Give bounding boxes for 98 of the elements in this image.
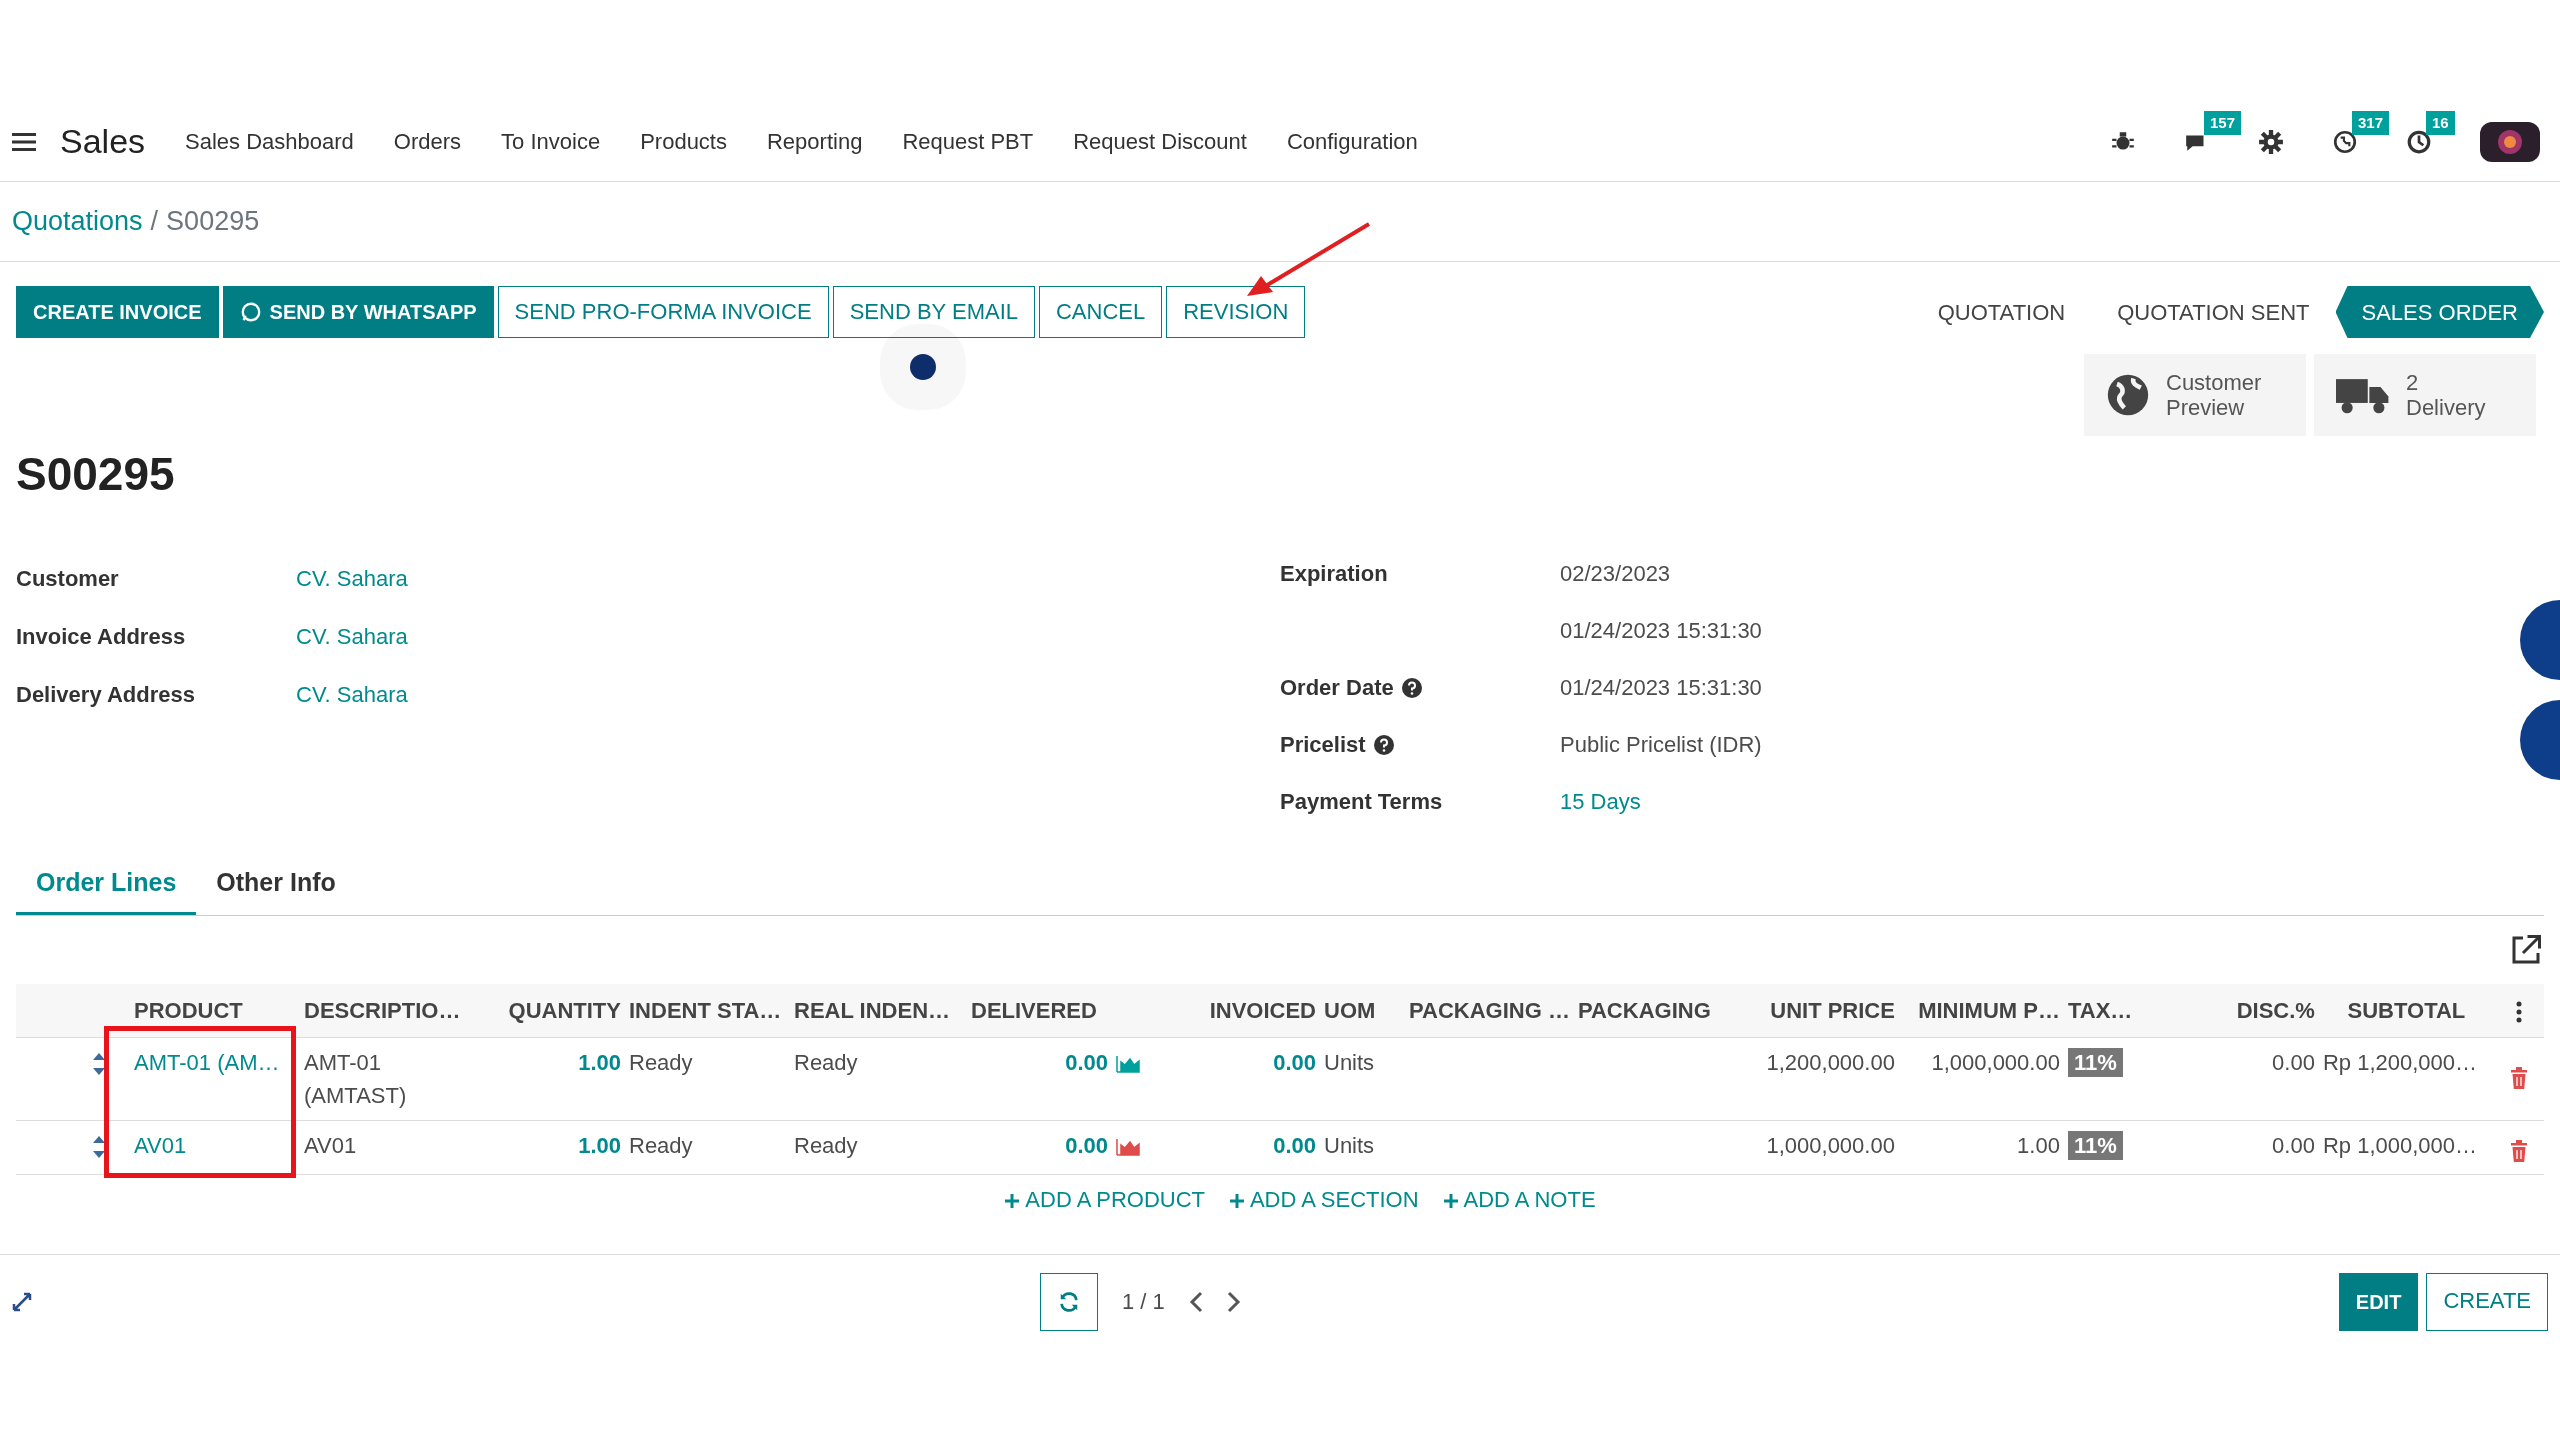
refresh-icon <box>1058 1290 1080 1313</box>
field-value: Public Pricelist (IDR) <box>1560 731 1762 759</box>
table-cell: Units <box>1324 1049 1375 1075</box>
chat-bubble-icon <box>239 301 262 323</box>
product-link[interactable]: AV01 <box>134 1132 187 1158</box>
field-label: Invoice Address <box>16 622 187 651</box>
breadcrumb-link[interactable]: Quotations <box>12 201 143 242</box>
globe-icon <box>2106 373 2150 417</box>
more-options-icon[interactable] <box>2515 1000 2522 1023</box>
status-step[interactable]: SALES ORDER <box>2335 286 2544 338</box>
field-value: 01/24/2023 15:31:30 <box>1560 674 1762 702</box>
table-cell: 1,200,000.00 <box>1766 1049 1895 1075</box>
table-cell: Rp 1,200,000… <box>2322 1049 2478 1075</box>
field-link[interactable]: CV. Sahara <box>296 561 408 595</box>
create-button[interactable]: CREATE <box>2426 1272 2548 1331</box>
field-label: Delivery Address <box>16 680 196 709</box>
add-line-link[interactable]: ADD A SECTION <box>1229 1182 1419 1216</box>
action-button[interactable]: SEND PRO-FORMA INVOICE <box>497 286 829 338</box>
action-button[interactable]: CANCEL <box>1039 286 1163 338</box>
tab[interactable]: Other Info <box>196 854 356 915</box>
table-cell: 1,000,000.00 <box>1766 1132 1895 1158</box>
next-icon[interactable] <box>1226 1290 1241 1313</box>
previous-icon[interactable] <box>1188 1290 1203 1313</box>
trash-icon[interactable] <box>2509 1139 2528 1162</box>
tab[interactable]: Order Lines <box>16 854 197 915</box>
field-link[interactable]: 15 Days <box>1560 785 1641 818</box>
table-cell: 0.00 <box>1065 1132 1108 1158</box>
menu-item[interactable]: Request Discount <box>1057 125 1263 158</box>
counter-badge: 317 <box>2352 110 2390 135</box>
smart-button[interactable]: Customer Preview <box>2084 354 2306 436</box>
help-icon[interactable] <box>1401 677 1422 698</box>
table-cell: 0.00 <box>1065 1049 1108 1075</box>
drag-handle-icon[interactable] <box>92 1051 106 1076</box>
table-cell: 1,000,000.00 <box>1931 1049 2060 1075</box>
pager-value: 1 / 1 <box>1122 1288 1165 1316</box>
expand-icon[interactable] <box>12 1291 32 1312</box>
settings-icon[interactable] <box>2258 128 2284 155</box>
breadcrumb-separator: / <box>150 205 159 239</box>
counter-badge: 16 <box>2426 110 2455 135</box>
add-line-link[interactable]: ADD A NOTE <box>1442 1182 1596 1216</box>
field-link[interactable]: CV. Sahara <box>296 619 408 653</box>
record-title: S00295 <box>16 447 176 502</box>
table-cell: Rp 1,000,000… <box>2322 1132 2478 1158</box>
menu-item[interactable]: Sales Dashboard <box>169 125 370 158</box>
table-cell: 1.00 <box>578 1132 621 1158</box>
menu-icon[interactable] <box>12 130 36 153</box>
menu-item[interactable]: Reporting <box>751 125 879 158</box>
add-line-link[interactable]: ADD A PRODUCT <box>1004 1182 1205 1216</box>
menu-item[interactable]: Configuration <box>1270 125 1434 158</box>
forecast-chart-icon[interactable] <box>1116 1054 1140 1073</box>
field-label: Pricelist <box>1280 731 1366 759</box>
click-indicator <box>910 354 936 380</box>
clock-icon[interactable] <box>2406 128 2432 155</box>
table-cell: 1.00 <box>2017 1132 2060 1158</box>
field-label: Expiration <box>1280 560 1388 588</box>
table-cell: 0.00 <box>1273 1049 1316 1075</box>
field-label: Payment Terms <box>1280 788 1443 816</box>
field-value: 01/24/2023 15:31:30 <box>1560 617 1762 645</box>
avatar-icon[interactable] <box>2480 121 2540 162</box>
field-label: Order Date <box>1280 674 1394 702</box>
tax-tag: 11% <box>2067 1130 2123 1160</box>
table-cell: Ready <box>794 1132 858 1158</box>
reload-button[interactable] <box>1040 1272 1098 1331</box>
help-icon[interactable] <box>1373 734 1394 755</box>
plus-icon <box>1004 1192 1021 1209</box>
menu-item[interactable]: Products <box>624 125 743 158</box>
field-label: Customer <box>16 564 120 593</box>
app-title[interactable]: Sales <box>60 116 146 167</box>
table-cell: AV01 <box>304 1132 357 1158</box>
table-cell: 0.00 <box>2272 1049 2315 1075</box>
table-cell: AMT-01 (AMTAST) <box>304 1049 407 1108</box>
table-cell: 0.00 <box>2272 1132 2315 1158</box>
drag-handle-icon[interactable] <box>92 1134 106 1159</box>
menu-item[interactable]: Request PBT <box>886 125 1050 158</box>
table-cell: 1.00 <box>578 1049 621 1075</box>
edit-button[interactable]: EDIT <box>2338 1272 2419 1331</box>
forecast-chart-icon[interactable] <box>1116 1137 1140 1156</box>
tax-tag: 11% <box>2067 1047 2123 1077</box>
action-button[interactable]: REVISION <box>1166 286 1306 338</box>
action-button[interactable]: CREATE INVOICE <box>16 286 219 338</box>
whatsapp-button[interactable]: SEND BY WHATSAPP <box>222 286 494 338</box>
table-cell: Ready <box>794 1049 858 1075</box>
field-value: 02/23/2023 <box>1560 560 1671 588</box>
menu-item[interactable]: To Invoice <box>485 125 617 158</box>
table-cell: Ready <box>629 1049 693 1075</box>
trash-icon[interactable] <box>2509 1066 2528 1089</box>
plus-icon <box>1229 1192 1245 1209</box>
counter-badge: 157 <box>2204 110 2242 135</box>
table-cell: 0.00 <box>1273 1132 1316 1158</box>
field-link[interactable]: CV. Sahara <box>296 677 408 711</box>
product-link[interactable]: AMT-01 (AM… <box>134 1049 280 1075</box>
menu-item[interactable]: Orders <box>377 125 478 158</box>
action-button[interactable]: SEND BY EMAIL <box>832 286 1035 338</box>
smart-button[interactable]: 2 Delivery <box>2314 354 2536 436</box>
breadcrumb-current: S00295 <box>166 205 260 239</box>
table-cell: Ready <box>629 1132 693 1158</box>
table-cell: Units <box>1324 1132 1375 1158</box>
plus-icon <box>1442 1192 1459 1209</box>
